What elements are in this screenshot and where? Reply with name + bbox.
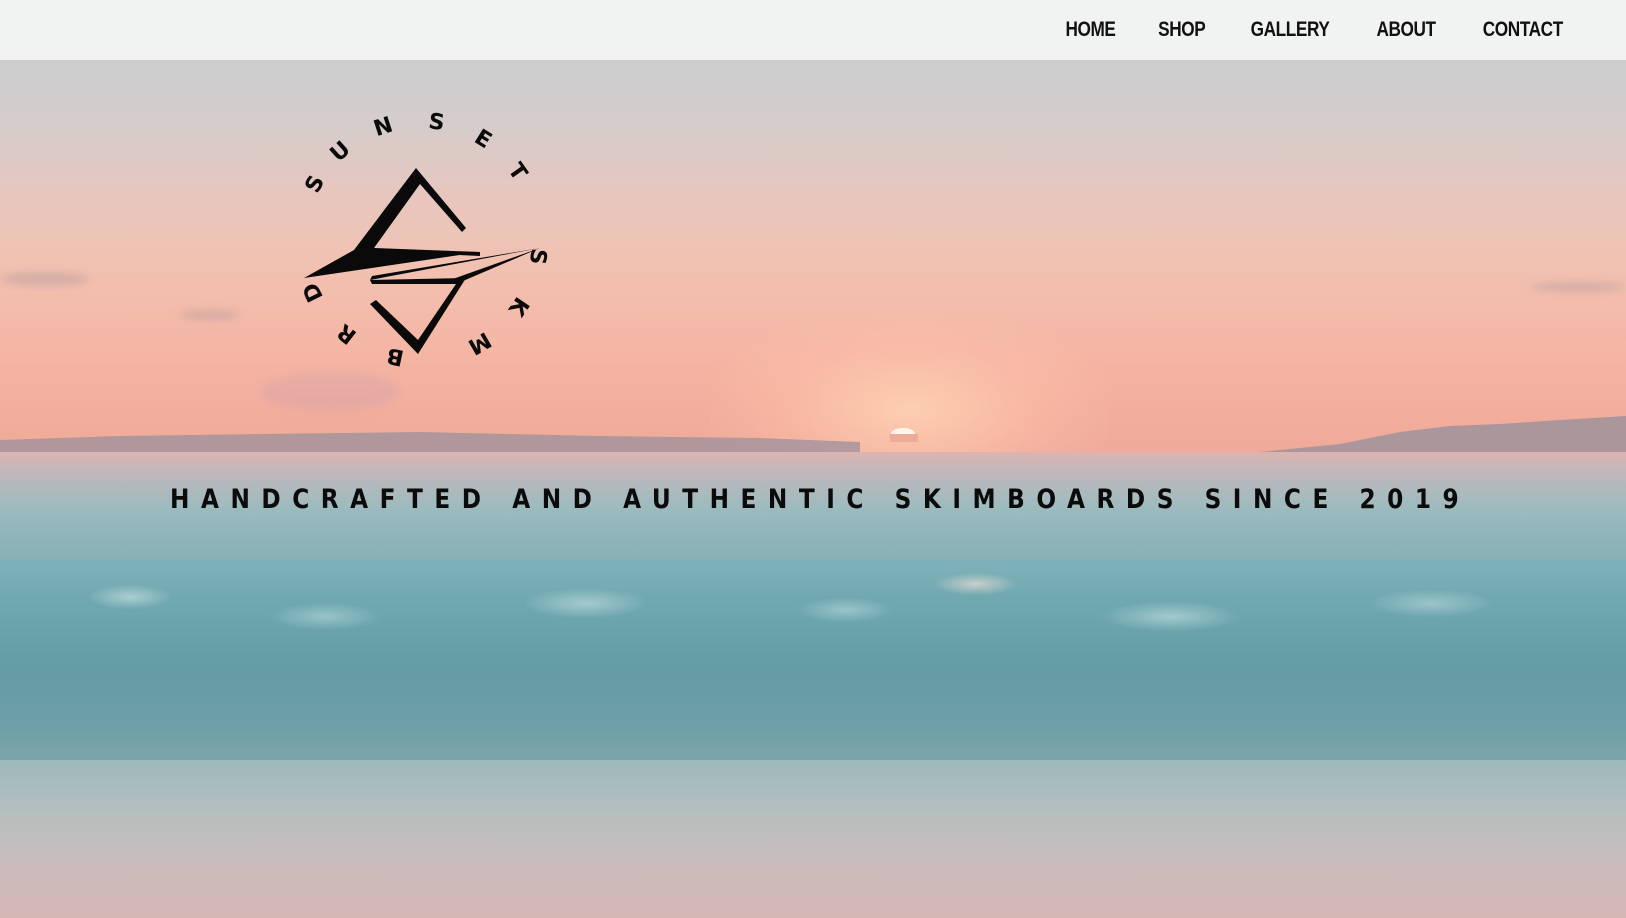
page: HOME SHOP GALLERY ABOUT CONTACT S U N S … (0, 0, 1626, 918)
hero-tagline: HANDCRAFTED AND AUTHENTIC SKIMBOARDS SIN… (170, 484, 1471, 515)
nav-contact-link[interactable]: CONTACT (1483, 18, 1563, 42)
nav-about-link[interactable]: ABOUT (1377, 18, 1437, 42)
logo-mark (304, 168, 540, 354)
main-nav: HOME SHOP GALLERY ABOUT CONTACT (1060, 0, 1572, 60)
svg-text:S: S (524, 247, 551, 266)
svg-text:R: R (333, 318, 362, 348)
svg-text:S: S (427, 109, 446, 136)
site-header: HOME SHOP GALLERY ABOUT CONTACT (0, 0, 1626, 60)
svg-text:E: E (470, 125, 496, 154)
sunset-skimbrds-logo-icon[interactable]: S U N S E T S K M B R D (280, 100, 560, 380)
svg-text:N: N (371, 113, 396, 142)
svg-text:B: B (385, 342, 407, 370)
nav-gallery-link[interactable]: GALLERY (1251, 18, 1330, 42)
svg-text:S: S (301, 171, 331, 197)
svg-text:D: D (298, 278, 328, 305)
svg-text:M: M (464, 326, 495, 359)
nav-shop-link[interactable]: SHOP (1158, 18, 1206, 42)
svg-text:U: U (326, 137, 356, 168)
hero-section: S U N S E T S K M B R D HANDCRAFTED AND … (0, 60, 1626, 918)
svg-text:K: K (503, 292, 534, 321)
nav-home-link[interactable]: HOME (1065, 18, 1115, 42)
svg-text:T: T (503, 159, 532, 186)
